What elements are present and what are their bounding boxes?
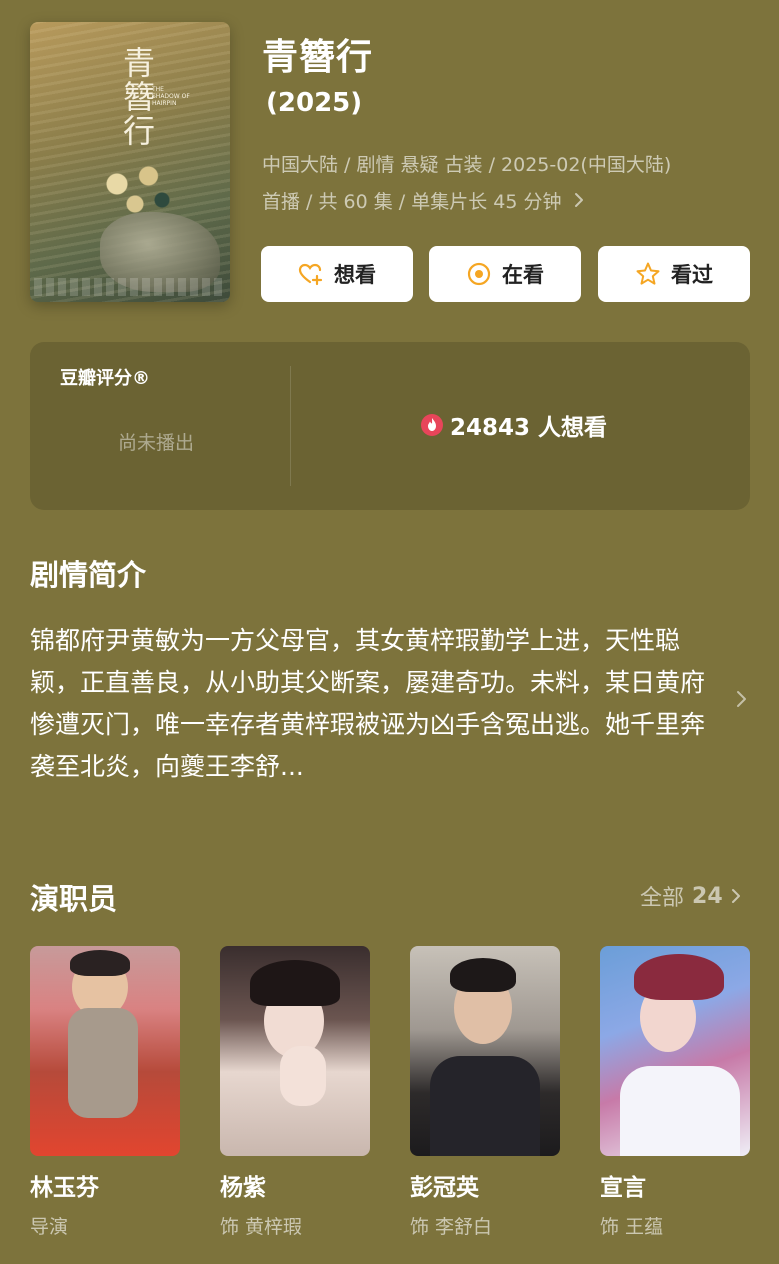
cast-name: 杨紫	[220, 1175, 266, 1201]
watching-label: 在看	[502, 263, 544, 287]
heart-plus-icon	[298, 263, 323, 286]
fire-icon	[421, 414, 443, 436]
cast-name: 彭冠英	[410, 1175, 479, 1201]
cast-role: 饰 黄梓瑕	[220, 1216, 303, 1238]
cast-photo	[220, 946, 370, 1156]
meta-info-line1: 中国大陆 / 剧情 悬疑 古装 / 2025-02(中国大陆)	[262, 154, 672, 176]
star-icon	[636, 262, 660, 285]
cast-photo	[410, 946, 560, 1156]
target-icon	[467, 262, 491, 286]
cast-card[interactable]: 林玉芬 导演	[30, 946, 180, 1239]
release-year: (2025)	[266, 88, 363, 118]
poster-image[interactable]: 青簪行 THE SHADOW OF HAIRPIN	[30, 22, 230, 302]
wish-count-text: 24843 人想看	[450, 415, 608, 441]
cast-role: 饰 李舒白	[410, 1216, 493, 1238]
person-hair	[634, 954, 724, 1000]
person-hair	[250, 960, 340, 1006]
meta-info-line2[interactable]: 首播 / 共 60 集 / 单集片长 45 分钟	[262, 187, 762, 214]
synopsis-text[interactable]: 锦都府尹黄敏为一方父母官，其女黄梓瑕勤学上进，天性聪颖，正直善良，从小助其父断案…	[30, 620, 720, 788]
person-hands	[280, 1046, 326, 1106]
rating-status: 尚未播出	[118, 432, 195, 454]
person-shirt	[620, 1066, 740, 1156]
poster-credits	[34, 278, 226, 296]
cast-role: 导演	[30, 1216, 69, 1238]
person-hair	[450, 958, 516, 992]
watching-button[interactable]: 在看	[429, 246, 581, 302]
cast-name: 宣言	[600, 1175, 646, 1201]
cast-photo	[30, 946, 180, 1156]
rating-card[interactable]: 豆瓣评分® 尚未播出 24843 人想看	[30, 342, 750, 510]
person-suit	[430, 1056, 540, 1156]
cast-card[interactable]: 杨紫 饰 黄梓瑕	[220, 946, 370, 1239]
douban-rating-label: 豆瓣评分®	[60, 368, 150, 389]
cast-card[interactable]: 彭冠英 饰 李舒白	[410, 946, 560, 1239]
view-all-label: 全部	[640, 886, 685, 911]
cast-name: 林玉芬	[30, 1175, 99, 1201]
cast-card[interactable]: 宣言 饰 王蕴	[600, 946, 750, 1239]
page-title: 青簪行	[262, 37, 374, 78]
cast-count: 24	[692, 883, 723, 909]
watched-button[interactable]: 看过	[598, 246, 750, 302]
cast-photo	[600, 946, 750, 1156]
poster-title: 青簪行	[118, 46, 156, 148]
synopsis-heading: 剧情简介	[30, 558, 147, 592]
cast-heading: 演职员	[30, 882, 118, 916]
chevron-right-icon[interactable]	[734, 686, 750, 712]
cast-role: 饰 王蕴	[600, 1216, 664, 1238]
poster-subtitle: THE SHADOW OF HAIRPIN	[152, 86, 190, 107]
person-scarf	[68, 1008, 138, 1118]
want-to-watch-button[interactable]: 想看	[261, 246, 413, 302]
meta-info-line2-text: 首播 / 共 60 集 / 单集片长 45 分钟	[262, 191, 562, 213]
chevron-right-icon	[574, 191, 584, 213]
want-to-watch-label: 想看	[334, 263, 376, 287]
rating-divider	[290, 366, 291, 486]
watched-label: 看过	[671, 263, 713, 287]
wish-count: 24843 人想看	[420, 408, 607, 442]
chevron-right-icon	[731, 889, 740, 903]
person-hair	[70, 950, 130, 976]
view-all-cast-link[interactable]: 全部 24	[640, 880, 741, 912]
